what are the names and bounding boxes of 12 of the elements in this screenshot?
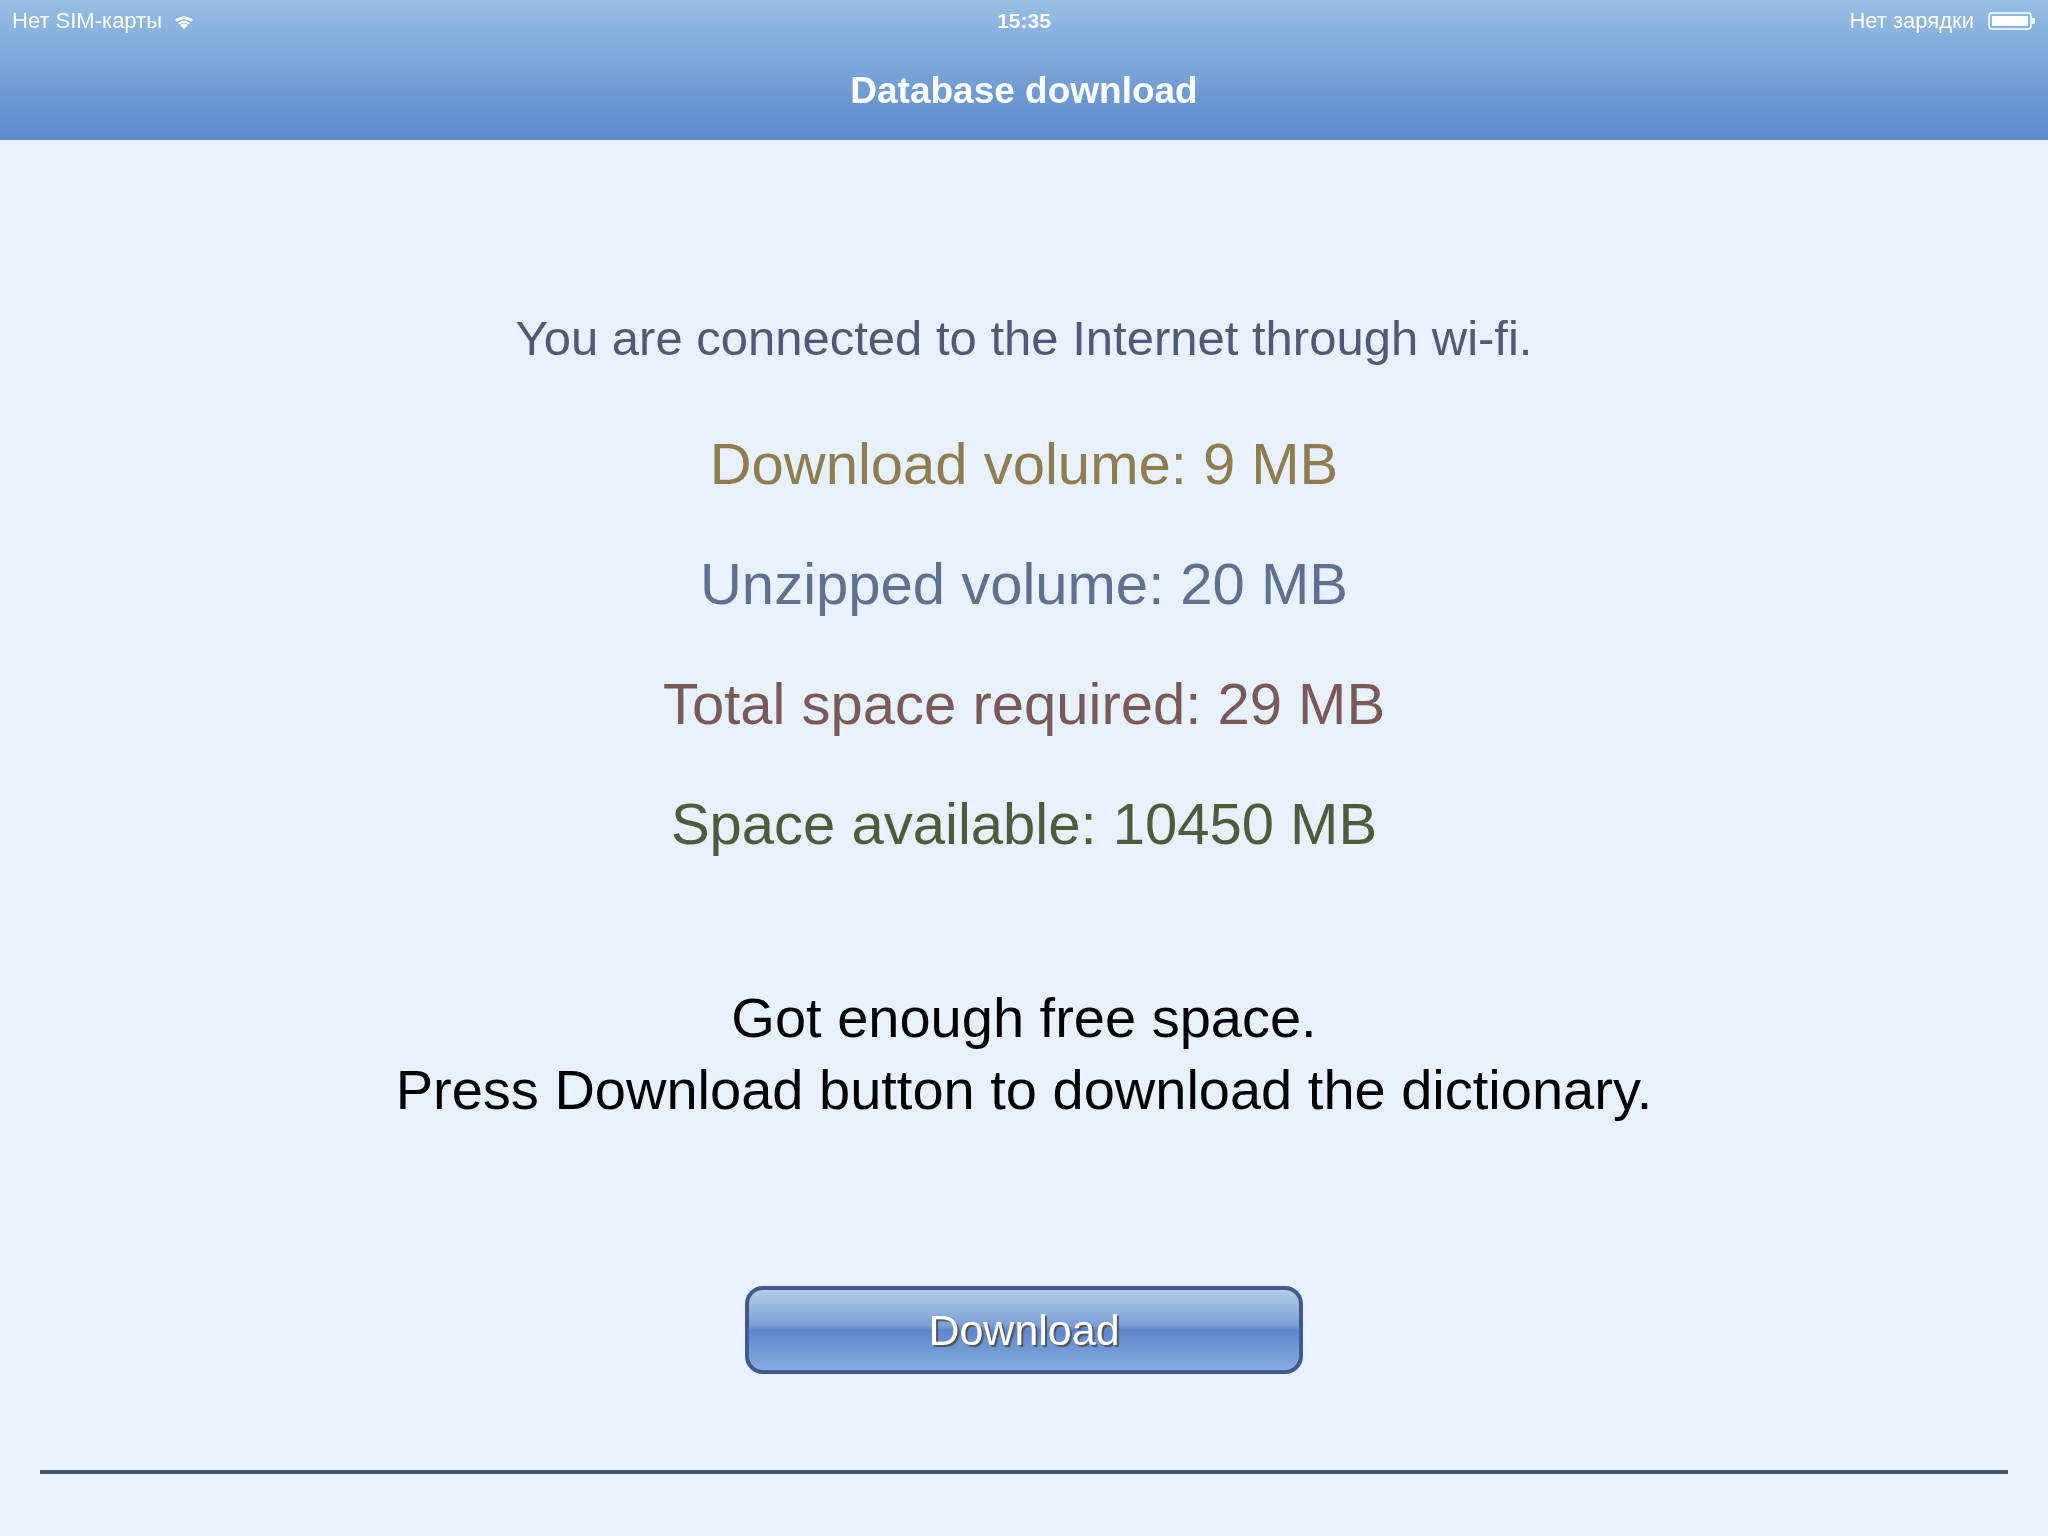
- clock-time: 15:35: [997, 9, 1051, 33]
- carrier-label: Нет SIM-карты: [12, 8, 162, 34]
- download-button[interactable]: Download: [745, 1286, 1303, 1374]
- volume-info: Download volume: 9 MB: [709, 432, 1339, 496]
- window-title: Database download: [849, 70, 1199, 112]
- connection-message: You are connected to the Internet through wi-fi.: [515, 310, 1533, 366]
- battery-icon: [1988, 11, 2036, 31]
- volume-info: Total space required: 29 MB: [662, 672, 1386, 736]
- volume-info: Space available: 10450 MB: [670, 792, 1378, 856]
- status-message: Got enough free space. Press Download button to download the dictionary.: [395, 985, 1653, 1123]
- volume-info: Unzipped volume: 20 MB: [700, 552, 1348, 616]
- charging-label: Нет зарядки: [1849, 8, 1974, 34]
